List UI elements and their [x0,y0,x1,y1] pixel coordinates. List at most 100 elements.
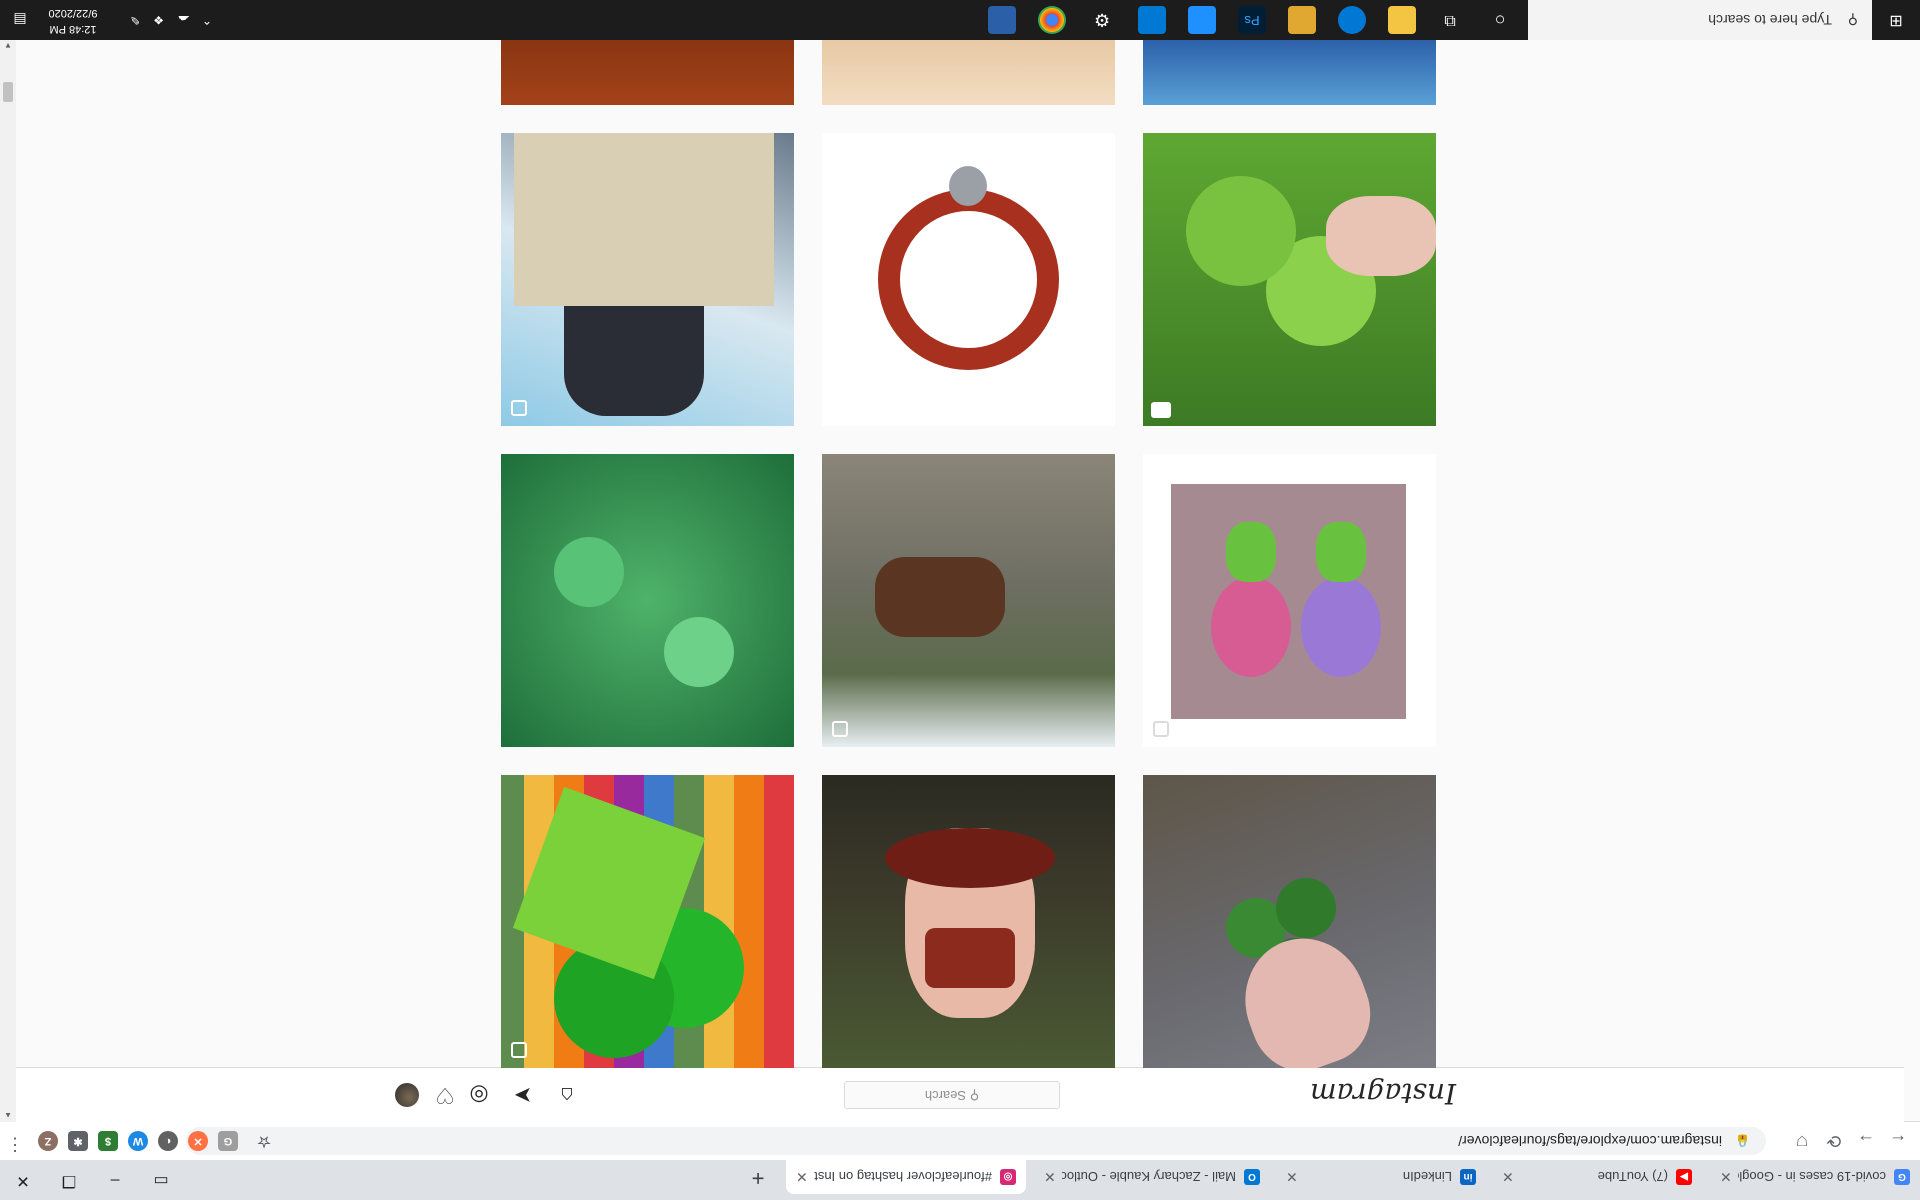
post-thumbnail[interactable] [822,38,1115,105]
scroll-thumb[interactable] [3,82,13,102]
post-thumbnail[interactable] [501,38,794,105]
bead-bracelet [878,189,1059,370]
post-thumbnail[interactable] [1143,133,1436,426]
file-explorer-icon[interactable] [1388,6,1416,34]
taskbar-clock[interactable]: 12:48 PM 9/22/2020 [38,5,108,37]
settings-gear-icon[interactable]: ⚙ [1088,6,1116,34]
search-input[interactable]: ⚲ Search [844,1081,1060,1109]
close-tab-icon[interactable]: ✕ [1286,1169,1298,1186]
cortana-icon[interactable]: ○ [1486,6,1514,34]
outlook-icon: O [1244,1169,1260,1185]
post-thumbnail[interactable] [1143,454,1436,747]
extension-w-icon[interactable]: W [128,1131,148,1151]
notification-center-icon[interactable]: ▤ [10,10,30,30]
outlook-app-icon[interactable] [1138,6,1166,34]
browser-menu-icon[interactable]: ⋮ [6,1134,24,1155]
close-window-button[interactable]: ✕ [0,1160,46,1200]
crochet-clover [1226,522,1276,582]
clock-date: 9/22/2020 [48,7,98,19]
dropbox-icon[interactable]: ❖ [153,0,164,40]
tab-outlook[interactable]: O Mail - Zachary Kauble - Outlook ✕ [1034,1160,1270,1194]
youtube-icon: ▶ [1676,1169,1692,1185]
forward-button[interactable]: → [1852,1127,1880,1155]
browser-tab-strip: G covid-19 cases in - Google Sear ✕ ▶ (7… [0,1160,1920,1200]
plush-vest [925,928,1015,988]
crochet-clover [1316,522,1366,582]
close-tab-icon[interactable]: ✕ [796,1169,808,1186]
windows-start-icon[interactable]: ⊞ [1872,0,1920,40]
tab-google-search[interactable]: G covid-19 cases in - Google Sear ✕ [1710,1160,1920,1194]
profile-avatar[interactable]: Z [38,1131,58,1151]
home-icon[interactable]: ⌂ [554,1082,580,1108]
chrome-icon[interactable] [1038,6,1066,34]
plush-hat [885,828,1055,888]
back-button[interactable]: ← [1884,1127,1912,1155]
edge-icon[interactable] [1338,6,1366,34]
scroll-up-icon[interactable]: ▲ [3,1111,13,1120]
clover-leaf [1186,176,1296,286]
tab-label: #fourleafclover hashtag on Insta [813,1169,992,1185]
taskbar-search-box[interactable]: ⚲ Type here to search [1528,0,1872,40]
direct-message-icon[interactable]: ➤ [510,1082,536,1108]
tray-chevron-icon[interactable]: ⌃ [202,0,212,40]
multiple-posts-icon [511,1042,527,1058]
post-thumbnail[interactable] [822,133,1115,426]
reload-button[interactable]: ⟳ [1820,1127,1848,1155]
crochet-pink [1211,577,1291,677]
shield-icon[interactable]: ⛉ [1788,1127,1816,1155]
clover-leaf [664,617,734,687]
extension-dollar-icon[interactable]: $ [98,1131,118,1151]
tab-label: LinkedIn [1402,1169,1452,1185]
bookmark-star-icon[interactable]: ☆ [254,1131,274,1151]
extension-x-icon[interactable]: ✕ [188,1131,208,1151]
extension-circle-icon[interactable]: ◐ [158,1131,178,1151]
multiple-posts-icon [511,400,527,416]
activity-heart-icon[interactable]: ♡ [432,1082,458,1108]
clock-time: 12:48 PM [49,23,97,35]
post-thumbnail[interactable] [1143,38,1436,105]
tab-label: Mail - Zachary Kauble - Outlook [1061,1169,1236,1185]
close-tab-icon[interactable]: ✕ [1044,1169,1056,1186]
horse [875,557,1005,637]
taskview-split-icon[interactable]: ▭ [138,1160,184,1200]
screen: G covid-19 cases in - Google Sear ✕ ▶ (7… [0,0,1920,1200]
photoshop-icon[interactable]: Ps [1238,6,1266,34]
new-tab-button[interactable]: + [744,1164,772,1192]
close-tab-icon[interactable]: ✕ [1720,1169,1732,1186]
search-icon: ⚲ [1847,12,1858,28]
scroll-down-icon[interactable]: ▼ [3,41,13,50]
multiple-posts-icon [1153,721,1169,737]
tab-linkedin[interactable]: in LinkedIn ✕ [1276,1160,1486,1194]
explore-compass-icon[interactable]: ◎ [466,1082,492,1108]
tab-instagram[interactable]: ◎ #fourleafclover hashtag on Insta ✕ [786,1160,1026,1194]
profile-avatar[interactable] [395,1083,419,1107]
address-bar[interactable]: 🔒 instagram.com/explore/tags/fourleafclo… [186,1127,1766,1155]
folder-icon[interactable] [1288,6,1316,34]
camera-icon [1151,402,1171,418]
post-thumbnail[interactable] [822,775,1115,1068]
maximize-button[interactable]: ❐ [46,1160,92,1200]
clover-leaf [554,537,624,607]
extensions-puzzle-icon[interactable]: ✱ [68,1131,88,1151]
photo-grid [16,38,1920,1068]
task-view-icon[interactable]: ⧉ [1436,6,1464,34]
instagram-logo[interactable]: Instagram [1310,1077,1456,1110]
post-thumbnail[interactable] [822,454,1115,747]
post-thumbnail[interactable] [501,133,794,426]
bracelet-charm [949,166,987,206]
photo-app-icon[interactable] [988,6,1016,34]
minimize-button[interactable]: – [92,1160,138,1200]
tab-label: covid-19 cases in - Google Sear [1738,1169,1886,1185]
tab-youtube[interactable]: ▶ (7) YouTube ✕ [1492,1160,1702,1194]
crochet-purple [1301,577,1381,677]
post-thumbnail[interactable] [501,454,794,747]
close-tab-icon[interactable]: ✕ [1502,1169,1514,1186]
onedrive-icon[interactable]: ☁ [178,0,190,40]
post-thumbnail[interactable] [501,775,794,1068]
page-scrollbar[interactable]: ▲ ▼ [0,38,16,1122]
photos-icon[interactable] [1188,6,1216,34]
pen-icon[interactable]: ✎ [130,0,140,40]
extension-g-icon[interactable]: G [218,1131,238,1151]
post-thumbnail[interactable] [1143,775,1436,1068]
clover-leaf [1276,878,1336,938]
